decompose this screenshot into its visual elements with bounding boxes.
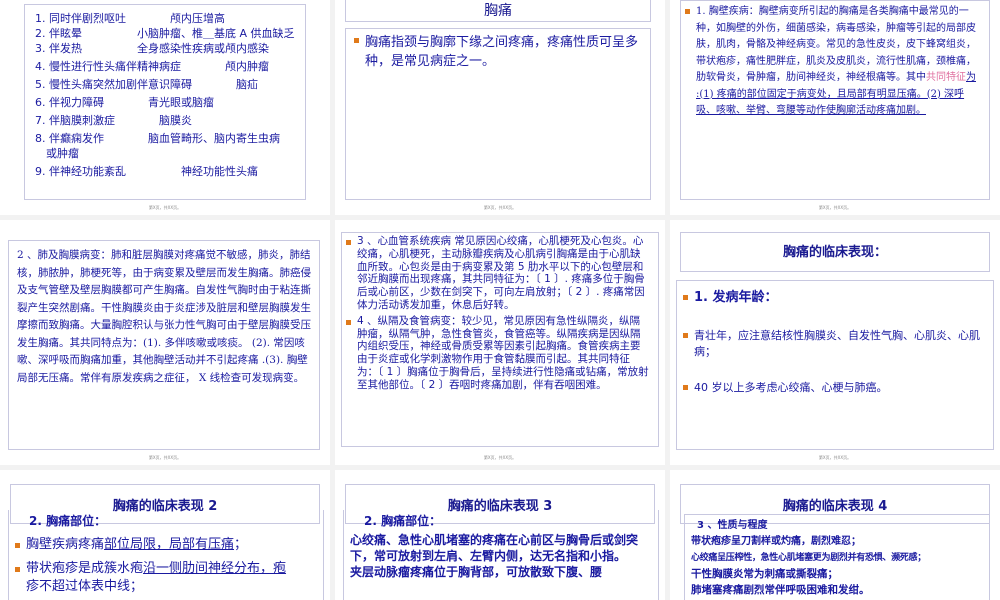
slide-title: 胸痛的临床表现： <box>680 232 990 272</box>
list-item: 或肿瘤 <box>35 147 79 160</box>
bullet-item: 胸壁疾病疼痛部位局限，局部有压痛； <box>15 536 317 554</box>
bullet-icon <box>683 385 688 390</box>
content-box: 胸痛指颈与胸廓下缘之间疼痛，疼痛性质可呈多种，是常见病症之一。 <box>345 28 651 200</box>
slide-title: 胸痛 <box>345 0 651 22</box>
slide-cardio-mediastinum-disease[interactable]: 3 、心血管系统疾病 常见原因心绞痛，心肌梗死及心包炎。心绞痛，心肌梗死，主动脉… <box>335 220 665 465</box>
list-item: 5. 慢性头痛突然加剧伴意识障碍 脑疝 <box>35 78 258 91</box>
slide-clinical-age[interactable]: 胸痛的临床表现： 1. 发病年龄： 青壮年，应注意结核性胸膜炎、自发性气胸、心肌… <box>670 220 1000 465</box>
list-item: 4. 慢性进行性头痛伴精神病症 颅内肿瘤 <box>35 60 269 73</box>
content-box: 3 、性质与程度 带状疱疹呈刀割样或灼痛，剧烈难忍； 心绞痛呈压榨性，急性心肌堵… <box>684 514 990 600</box>
section-heading: 2. 胸痛部位： <box>364 514 442 528</box>
list-item: 9. 伴神经功能紊乱 神经功能性头痛 <box>35 165 258 178</box>
list-item: 1. 同时伴剧烈呕吐 颅内压增高 <box>35 12 225 25</box>
content-box: 3 、心血管系统疾病 常见原因心绞痛，心肌梗死及心包炎。心绞痛，心肌梗死，主动脉… <box>341 232 659 447</box>
slide-footer: 第X页，共XX页。 <box>818 205 852 210</box>
content-box: 2 、肺及胸膜病变：肺和脏层胸膜对疼痛觉不敏感，肺炎，肺结核，肺脓肿，肺梗死等，… <box>8 240 320 450</box>
slide-chest-wall-disease[interactable]: 1. 胸壁疾病：胸壁病变所引起的胸痛是各类胸痛中最常见的一种，如胸壁的外伤，细菌… <box>670 0 1000 215</box>
bullet-item: 40 岁以上多考虑心绞痛、心梗与肺癌。 <box>683 380 987 396</box>
slide-footer: 第X页，共XX页。 <box>818 455 852 460</box>
bullet-item: 4 、纵隔及食管病变：较少见，常见原因有急性纵隔炎，纵隔肿瘤，纵隔气肿，急性食管… <box>346 315 650 392</box>
bullet-icon <box>15 543 20 548</box>
highlight-text: 共同特征 <box>926 72 966 83</box>
bullet-item: 胸痛指颈与胸廓下缘之间疼痛，疼痛性质可呈多种，是常见病症之一。 <box>354 33 642 71</box>
bullet-item: 带状疱疹是成簇水疱沿一侧肋间神经分布，疱 疹不超过体表中线； <box>15 560 317 596</box>
content-box: 1. 胸壁疾病：胸壁病变所引起的胸痛是各类胸痛中最常见的一种，如胸壁的外伤，细菌… <box>680 0 990 200</box>
content-box: 2. 胸痛部位： 胸壁疾病疼痛部位局限，局部有压痛； 带状疱疹是成簇水疱沿一侧肋… <box>8 510 324 600</box>
list-item: 3. 伴发热 全身感染性疾病或颅内感染 <box>35 42 269 55</box>
list-item: 7. 伴脑膜刺激症 脑膜炎 <box>35 114 192 127</box>
bullet-item: 青壮年，应注意结核性胸膜炎、自发性气胸、心肌炎、心肌病； <box>683 328 987 360</box>
content-box: 2. 胸痛部位： 心绞痛、急性心肌堵塞的疼痛在心前区与胸骨后或剑突下，常可放射到… <box>343 510 659 600</box>
bullet-icon <box>346 240 351 245</box>
bullet-item: 1. 胸壁疾病：胸壁病变所引起的胸痛是各类胸痛中最常见的一种，如胸壁的外伤，细菌… <box>685 4 979 120</box>
bullet-icon <box>683 295 688 300</box>
bullet-icon <box>346 319 351 325</box>
bullet-heading: 1. 发病年龄： <box>683 289 987 306</box>
slide-chest-pain-definition[interactable]: 胸痛 胸痛指颈与胸廓下缘之间疼痛，疼痛性质可呈多种，是常见病症之一。 第X页，共… <box>335 0 665 215</box>
slide-clinical-3[interactable]: 胸痛的临床表现 3 2. 胸痛部位： 心绞痛、急性心肌堵塞的疼痛在心前区与胸骨后… <box>335 470 665 600</box>
slide-footer: 第X页，共XX页。 <box>148 205 182 210</box>
list-item: 8. 伴癫痫发作 脑血管畸形、脑内寄生虫病 <box>35 132 280 145</box>
slide-footer: 第X页，共XX页。 <box>483 205 517 210</box>
slide-lung-pleura-disease[interactable]: 2 、肺及胸膜病变：肺和脏层胸膜对疼痛觉不敏感，肺炎，肺结核，肺脓肿，肺梗死等，… <box>0 220 330 465</box>
content-box: 1. 同时伴剧烈呕吐 颅内压增高 2. 伴眩晕 小脑肿瘤、椎＿基底 A 供血缺乏… <box>24 4 306 200</box>
content-box: 1. 发病年龄： 青壮年，应注意结核性胸膜炎、自发性气胸、心肌炎、心肌病； 40… <box>676 280 994 450</box>
slide-clinical-4[interactable]: 胸痛的临床表现 4 3 、性质与程度 带状疱疹呈刀割样或灼痛，剧烈难忍； 心绞痛… <box>670 470 1000 600</box>
bullet-icon <box>354 38 359 43</box>
bullet-icon <box>683 333 688 338</box>
bullet-item: 3 、心血管系统疾病 常见原因心绞痛，心肌梗死及心包炎。心绞痛，心肌梗死，主动脉… <box>346 235 650 312</box>
bullet-icon <box>15 567 20 572</box>
bullet-icon <box>685 9 690 14</box>
section-heading: 2. 胸痛部位： <box>29 514 107 528</box>
slide-headache-associated-symptoms[interactable]: 1. 同时伴剧烈呕吐 颅内压增高 2. 伴眩晕 小脑肿瘤、椎＿基底 A 供血缺乏… <box>0 0 330 215</box>
list-item: 6. 伴视力障碍 青光眼或脑瘤 <box>35 96 214 109</box>
slide-footer: 第X页，共XX页。 <box>148 455 182 460</box>
slide-footer: 第X页，共XX页。 <box>483 455 517 460</box>
list-item: 2. 伴眩晕 小脑肿瘤、椎＿基底 A 供血缺乏 <box>35 27 295 40</box>
section-heading: 3 、性质与程度 <box>697 520 768 531</box>
slide-clinical-2[interactable]: 胸痛的临床表现 2 2. 胸痛部位： 胸壁疾病疼痛部位局限，局部有压痛； 带状疱… <box>0 470 330 600</box>
